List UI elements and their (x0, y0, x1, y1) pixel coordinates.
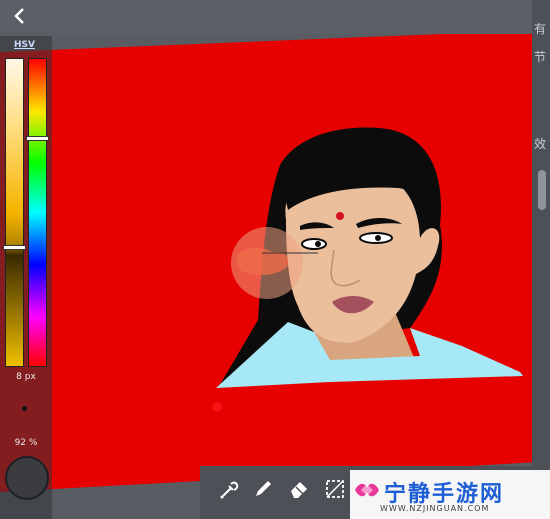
color-panel: HSV 8 px 92 % (0, 36, 52, 519)
brush-button[interactable] (250, 476, 276, 502)
pupil-left (315, 241, 321, 247)
right-panel-char-3: 效 (534, 137, 547, 151)
drawing-canvas[interactable] (0, 0, 550, 519)
right-panel: 有 节 效 (532, 0, 550, 519)
color-mode-toggle[interactable]: HSV (14, 40, 35, 50)
selection-icon (326, 480, 344, 498)
hue-thumb[interactable] (26, 136, 49, 141)
watermark-url: WWW.NZJINGUAN.COM (380, 504, 490, 513)
top-bar (0, 0, 550, 34)
brush-size-label[interactable]: 8 px (0, 372, 52, 382)
bindi (336, 212, 344, 220)
eraser-icon (291, 482, 307, 498)
watermark-logo-icon (355, 483, 379, 497)
paint-dot (212, 402, 222, 412)
opacity-label[interactable]: 92 % (0, 438, 52, 448)
selection-button[interactable] (322, 476, 348, 502)
eyedropper-button[interactable] (216, 476, 242, 502)
right-panel-char-2: 节 (534, 50, 547, 64)
saturation-value-slider[interactable] (5, 58, 24, 367)
pupil-right (375, 235, 381, 241)
current-color-swatch[interactable] (5, 456, 49, 500)
chevron-left-icon (14, 8, 24, 24)
right-panel-scrollbar[interactable] (538, 170, 546, 210)
back-button[interactable] (8, 4, 32, 28)
brush-size-preview (22, 406, 27, 411)
eraser-button[interactable] (286, 476, 312, 502)
hue-slider[interactable] (28, 58, 47, 367)
eye-left (301, 238, 327, 250)
saturation-value-thumb[interactable] (3, 245, 26, 250)
brush-icon (256, 481, 271, 496)
eyedropper-icon (220, 481, 239, 499)
watermark: 宁静手游网 WWW.NZJINGUAN.COM (350, 470, 550, 519)
right-panel-char-1: 有 (534, 22, 547, 36)
